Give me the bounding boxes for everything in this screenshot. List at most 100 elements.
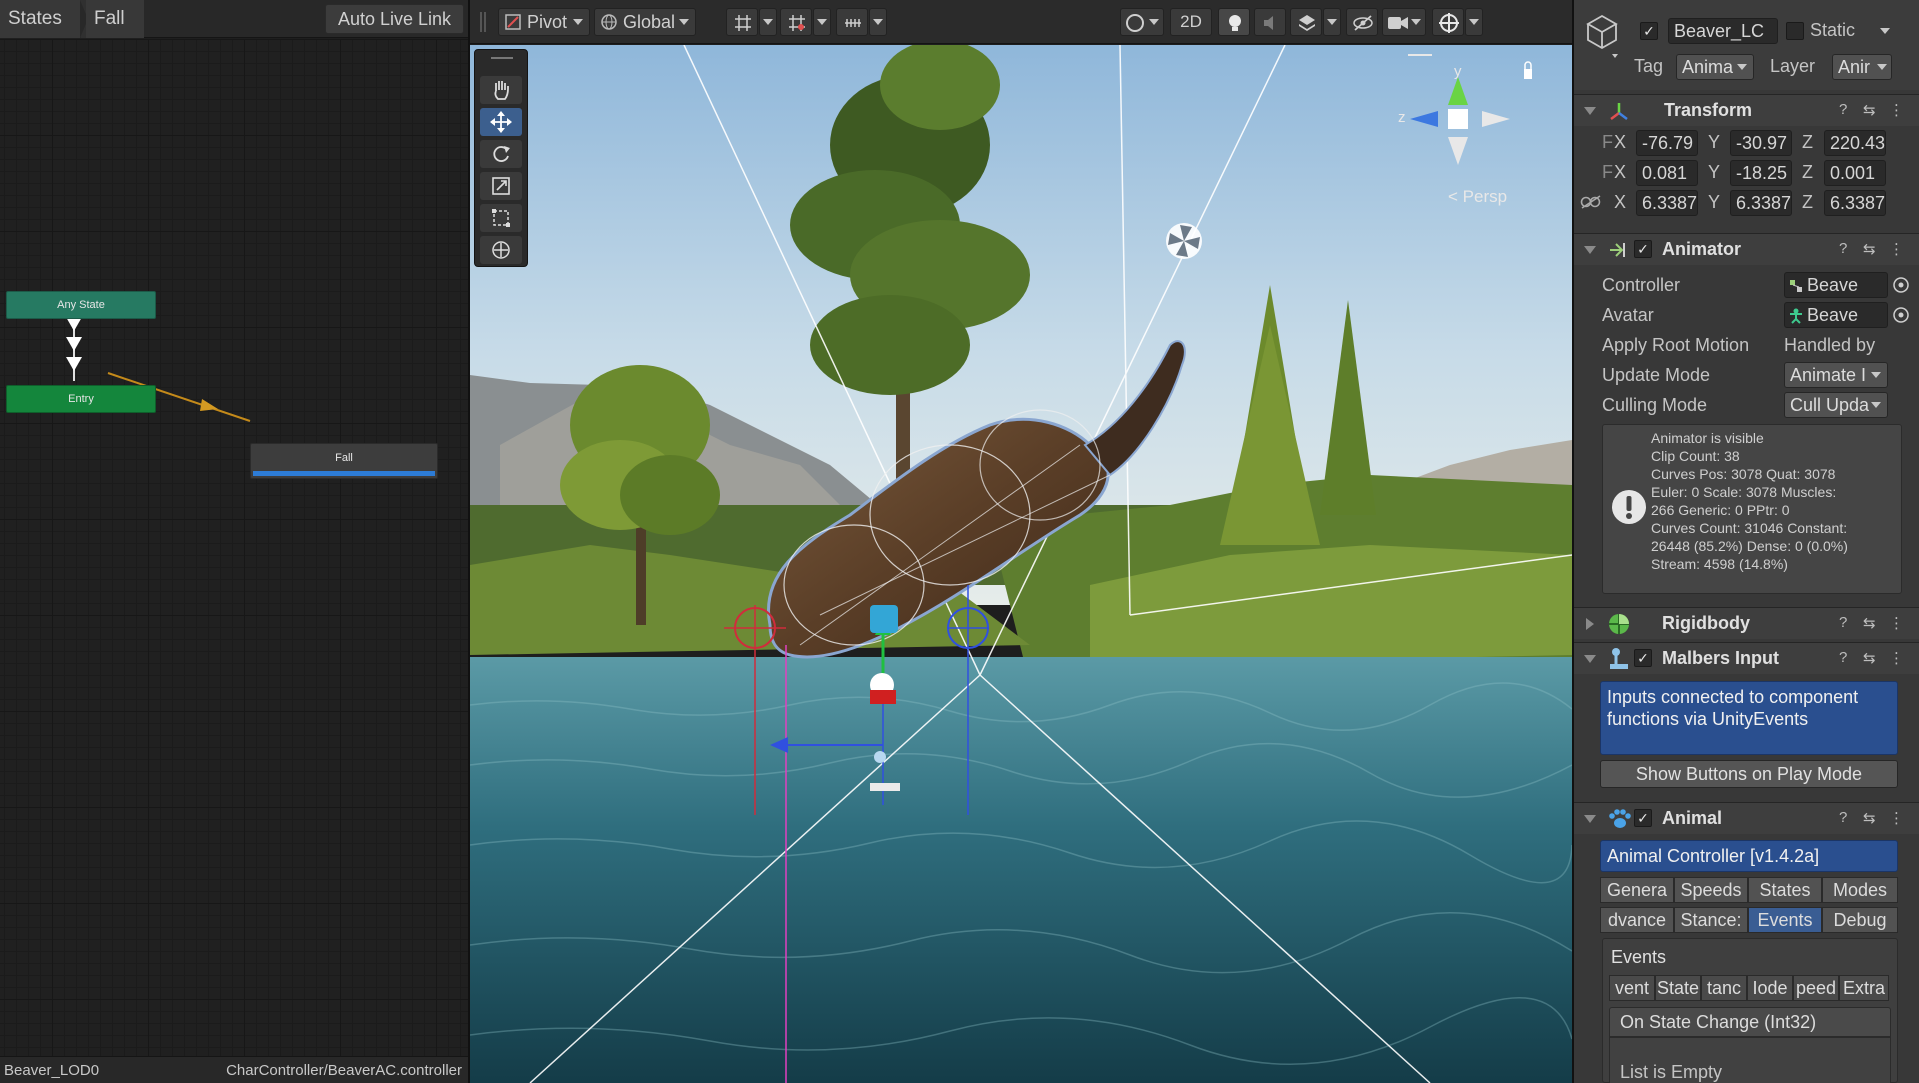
ruler-menu[interactable] <box>869 8 887 36</box>
preset-icon[interactable]: ⇆ <box>1863 101 1876 119</box>
help-icon[interactable]: ? <box>1839 614 1847 631</box>
state-node-fall[interactable]: Fall <box>250 443 438 479</box>
lighting-toggle[interactable] <box>1218 8 1250 36</box>
gizmos-toggle[interactable] <box>1432 8 1464 36</box>
active-checkbox[interactable]: ✓ <box>1640 22 1658 40</box>
animal-tab-advanced[interactable]: dvance <box>1600 907 1674 933</box>
position-x-field[interactable]: -76.79 <box>1636 130 1698 156</box>
event-tab-extra[interactable]: Extra <box>1839 975 1889 1001</box>
scale-y-field[interactable]: 6.3387 <box>1730 190 1792 216</box>
on-state-change-event-header[interactable]: On State Change (Int32) <box>1609 1007 1891 1037</box>
persp-toggle[interactable]: < Persp <box>1448 187 1507 207</box>
chevron-down-icon <box>763 19 773 25</box>
avatar-field[interactable]: Beave <box>1784 302 1888 328</box>
kebab-menu-icon[interactable]: ⋮ <box>1889 240 1904 258</box>
kebab-menu-icon[interactable]: ⋮ <box>1889 614 1904 632</box>
animal-tab-speeds[interactable]: Speeds <box>1674 877 1748 903</box>
animal-enabled-checkbox[interactable]: ✓ <box>1634 809 1652 827</box>
rotation-z-field[interactable]: 0.001 <box>1824 160 1886 186</box>
object-picker-icon[interactable] <box>1892 306 1910 324</box>
global-dropdown[interactable]: Global <box>594 8 696 36</box>
effects-toggle[interactable] <box>1290 8 1322 36</box>
kebab-menu-icon[interactable]: ⋮ <box>1889 649 1904 667</box>
grid-snap-menu[interactable] <box>759 8 777 36</box>
state-node-entry[interactable]: Entry <box>6 385 156 413</box>
position-y-field[interactable]: -30.97 <box>1730 130 1792 156</box>
animal-tab-events[interactable]: Events <box>1748 907 1822 933</box>
rotation-x-field[interactable]: 0.081 <box>1636 160 1698 186</box>
move-tool-button[interactable] <box>480 108 522 136</box>
help-icon[interactable]: ? <box>1839 240 1847 257</box>
state-node-any-state[interactable]: Any State <box>6 291 156 319</box>
animal-tab-stances[interactable]: Stance: <box>1674 907 1748 933</box>
static-chevron-down-icon[interactable] <box>1880 28 1890 34</box>
animal-tab-modes[interactable]: Modes <box>1822 877 1898 903</box>
kebab-menu-icon[interactable]: ⋮ <box>1889 809 1904 827</box>
rotate-tool-button[interactable] <box>480 140 522 168</box>
transform-tool-button[interactable] <box>480 236 522 264</box>
state-machine-graph[interactable]: Any State Entry Fall <box>0 39 468 1056</box>
shading-mode-dropdown[interactable] <box>1120 8 1164 36</box>
scale-z-field[interactable]: 6.3387 <box>1824 190 1886 216</box>
preset-icon[interactable]: ⇆ <box>1863 649 1876 667</box>
breadcrumb-fall[interactable]: Fall <box>86 0 144 38</box>
static-checkbox[interactable] <box>1786 22 1804 40</box>
camera-settings-dropdown[interactable] <box>1382 8 1426 36</box>
grid-snap-button[interactable] <box>726 8 758 36</box>
hand-tool-button[interactable] <box>480 76 522 104</box>
event-tab-stances[interactable]: tanc <box>1701 975 1747 1001</box>
tag-dropdown[interactable]: Anima <box>1676 54 1754 80</box>
animal-tab-states[interactable]: States <box>1748 877 1822 903</box>
animal-tab-debug[interactable]: Debug <box>1822 907 1898 933</box>
audio-toggle[interactable] <box>1254 8 1286 36</box>
scale-x-field[interactable]: 6.3387 <box>1636 190 1698 216</box>
controller-field[interactable]: Beave <box>1784 272 1888 298</box>
preset-icon[interactable]: ⇆ <box>1863 614 1876 632</box>
scene-visibility-toggle[interactable] <box>1346 8 1378 36</box>
malbers-input-enabled-checkbox[interactable]: ✓ <box>1634 649 1652 667</box>
event-tab-states[interactable]: State <box>1655 975 1701 1001</box>
animator-enabled-checkbox[interactable]: ✓ <box>1634 240 1652 258</box>
layer-dropdown[interactable]: Anir <box>1832 54 1892 80</box>
foldout-arrow-icon[interactable] <box>1584 655 1596 663</box>
increment-snap-button[interactable] <box>780 8 812 36</box>
help-icon[interactable]: ? <box>1839 649 1847 666</box>
object-name-field[interactable]: Beaver_LC <box>1668 18 1778 44</box>
show-buttons-on-play-mode-button[interactable]: Show Buttons on Play Mode <box>1600 760 1898 788</box>
effects-menu[interactable] <box>1323 8 1341 36</box>
culling-mode-dropdown[interactable]: Cull Upda <box>1784 392 1888 418</box>
event-tab-modes[interactable]: Iode <box>1747 975 1793 1001</box>
ruler-button[interactable] <box>836 8 868 36</box>
increment-snap-menu[interactable] <box>813 8 831 36</box>
foldout-arrow-icon[interactable] <box>1584 107 1596 115</box>
position-z-field[interactable]: 220.43 <box>1824 130 1886 156</box>
animator-component-header[interactable]: ✓ Animator ? ⇆ ⋮ <box>1574 233 1919 265</box>
foldout-arrow-icon[interactable] <box>1586 618 1594 630</box>
rotation-y-field[interactable]: -18.25 <box>1730 160 1792 186</box>
gizmos-menu[interactable] <box>1465 8 1483 36</box>
event-tab-animal[interactable]: vent <box>1609 975 1655 1001</box>
preset-icon[interactable]: ⇆ <box>1863 240 1876 258</box>
update-mode-dropdown[interactable]: Animate I <box>1784 362 1888 388</box>
rigidbody-header[interactable]: Rigidbody ? ⇆ ⋮ <box>1574 607 1919 639</box>
foldout-arrow-icon[interactable] <box>1584 815 1596 823</box>
breadcrumb-states[interactable]: States <box>0 0 80 38</box>
event-tab-speeds[interactable]: peed <box>1793 975 1839 1001</box>
animal-header[interactable]: ✓ Animal ? ⇆ ⋮ <box>1574 802 1919 834</box>
auto-live-link-button[interactable]: Auto Live Link <box>325 4 464 34</box>
scene-viewport[interactable]: y z < Persp <box>470 45 1572 1083</box>
transform-header[interactable]: Transform ? ⇆ ⋮ <box>1574 94 1919 126</box>
mode-2d-toggle[interactable]: 2D <box>1170 8 1212 36</box>
constrain-proportions-icon[interactable] <box>1580 194 1602 210</box>
preset-icon[interactable]: ⇆ <box>1863 809 1876 827</box>
rect-tool-button[interactable] <box>480 204 522 232</box>
object-picker-icon[interactable] <box>1892 276 1910 294</box>
animal-tab-general[interactable]: Genera <box>1600 877 1674 903</box>
help-icon[interactable]: ? <box>1839 101 1847 118</box>
foldout-arrow-icon[interactable] <box>1584 246 1596 254</box>
help-icon[interactable]: ? <box>1839 809 1847 826</box>
malbers-input-header[interactable]: ✓ Malbers Input ? ⇆ ⋮ <box>1574 642 1919 674</box>
pivot-dropdown[interactable]: Pivot <box>498 8 590 36</box>
kebab-menu-icon[interactable]: ⋮ <box>1889 101 1904 119</box>
scale-tool-button[interactable] <box>480 172 522 200</box>
